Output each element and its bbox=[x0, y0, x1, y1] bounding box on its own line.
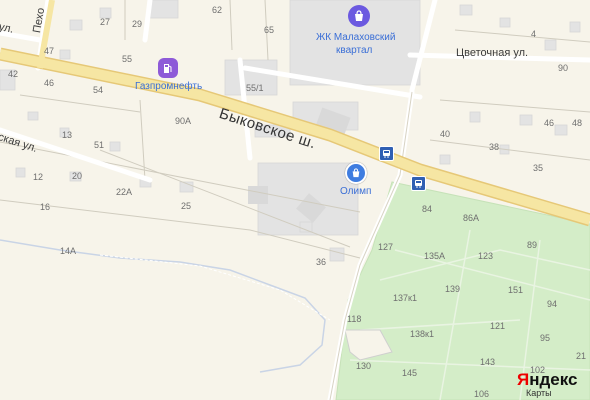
zhk-name-line1[interactable]: ЖК Малаховский bbox=[316, 33, 395, 43]
house-number: 62 bbox=[212, 5, 223, 15]
house-number: 29 bbox=[132, 19, 143, 29]
house-number: 130 bbox=[356, 361, 372, 371]
house-number: 16 bbox=[40, 202, 51, 212]
yandex-maps-logo[interactable]: Яндекс Карты bbox=[517, 370, 578, 398]
map-canvas[interactable] bbox=[0, 0, 590, 400]
house-number: 25 bbox=[181, 201, 192, 211]
building bbox=[149, 0, 179, 19]
house-number: 55/1 bbox=[246, 83, 264, 93]
house-number: 22А bbox=[116, 187, 133, 197]
house-number: 38 bbox=[489, 142, 500, 152]
house-number: 35 bbox=[533, 163, 544, 173]
house-number: 123 bbox=[478, 251, 494, 261]
house-number: 46 bbox=[544, 118, 555, 128]
shopping-bag-icon bbox=[352, 168, 360, 178]
house-number: 118 bbox=[347, 314, 362, 324]
house-number: 14А bbox=[60, 246, 77, 256]
house-number: 138к1 bbox=[410, 329, 434, 339]
building bbox=[329, 247, 345, 262]
house-number: 21 bbox=[576, 351, 587, 361]
building bbox=[109, 141, 121, 152]
house-number: 12 bbox=[33, 172, 44, 182]
house-number: 135А bbox=[424, 251, 446, 261]
zhk-pin[interactable] bbox=[348, 5, 370, 27]
house-number: 27 bbox=[100, 17, 111, 27]
house-number: 145 bbox=[402, 368, 418, 378]
building bbox=[544, 39, 557, 51]
house-number: 143 bbox=[480, 357, 496, 367]
house-number: 47 bbox=[44, 46, 55, 56]
house-number: 65 bbox=[264, 25, 275, 35]
building bbox=[69, 19, 83, 31]
left-top-street-label: ул. bbox=[0, 21, 15, 36]
house-number: 90 bbox=[558, 63, 569, 73]
house-number: 127 bbox=[378, 242, 394, 252]
olimp-pin[interactable] bbox=[345, 162, 367, 184]
house-number: 95 bbox=[540, 333, 551, 343]
house-number: 55 bbox=[122, 54, 133, 64]
house-number: 94 bbox=[547, 299, 558, 309]
building bbox=[27, 111, 39, 121]
gas-station-name[interactable]: Газпромнефть bbox=[135, 82, 202, 92]
building bbox=[554, 124, 568, 136]
building bbox=[469, 111, 481, 123]
house-number: 42 bbox=[8, 69, 19, 79]
building bbox=[519, 114, 533, 126]
bus-stop-icon[interactable] bbox=[411, 176, 426, 191]
house-number: 89 bbox=[527, 240, 538, 250]
house-number: 48 bbox=[572, 118, 583, 128]
building bbox=[299, 221, 313, 233]
house-number: 84 bbox=[422, 204, 433, 214]
tsvetochnaya-street-label: Цветочная ул. bbox=[456, 47, 529, 59]
bus-stop-icon[interactable] bbox=[379, 146, 394, 161]
building bbox=[59, 49, 71, 60]
olimp-name[interactable]: Олимп bbox=[340, 187, 371, 197]
house-number: 90А bbox=[175, 116, 192, 126]
gas-station-pin[interactable] bbox=[158, 58, 178, 78]
shopping-bag-icon bbox=[355, 10, 363, 21]
building bbox=[439, 154, 451, 165]
house-number: 137к1 bbox=[393, 293, 417, 303]
building bbox=[499, 17, 511, 28]
logo-rest: ндекс bbox=[529, 370, 578, 389]
logo-first-letter: Я bbox=[517, 370, 530, 389]
house-number: 106 bbox=[474, 389, 490, 399]
house-number: 13 bbox=[62, 130, 73, 140]
building bbox=[248, 186, 268, 204]
house-number: 4 bbox=[531, 29, 537, 39]
building bbox=[459, 4, 473, 16]
house-number: 36 bbox=[316, 257, 327, 267]
building bbox=[569, 21, 581, 33]
house-number: 46 bbox=[44, 78, 55, 88]
building bbox=[15, 167, 26, 178]
fuel-pump-icon bbox=[164, 64, 172, 73]
house-number: 86А bbox=[463, 213, 480, 223]
zhk-name-line2[interactable]: квартал bbox=[336, 46, 372, 56]
house-number: 20 bbox=[72, 171, 83, 181]
house-number: 40 bbox=[440, 129, 451, 139]
map-view[interactable]: Быковское ш. Цветочная ул. ская ул. ул. … bbox=[0, 0, 590, 400]
house-number: 54 bbox=[93, 85, 104, 95]
house-number: 121 bbox=[490, 321, 506, 331]
house-number: 151 bbox=[508, 285, 524, 295]
house-number: 139 bbox=[445, 284, 461, 294]
logo-subtitle: Карты bbox=[526, 388, 552, 398]
house-number: 51 bbox=[94, 140, 105, 150]
